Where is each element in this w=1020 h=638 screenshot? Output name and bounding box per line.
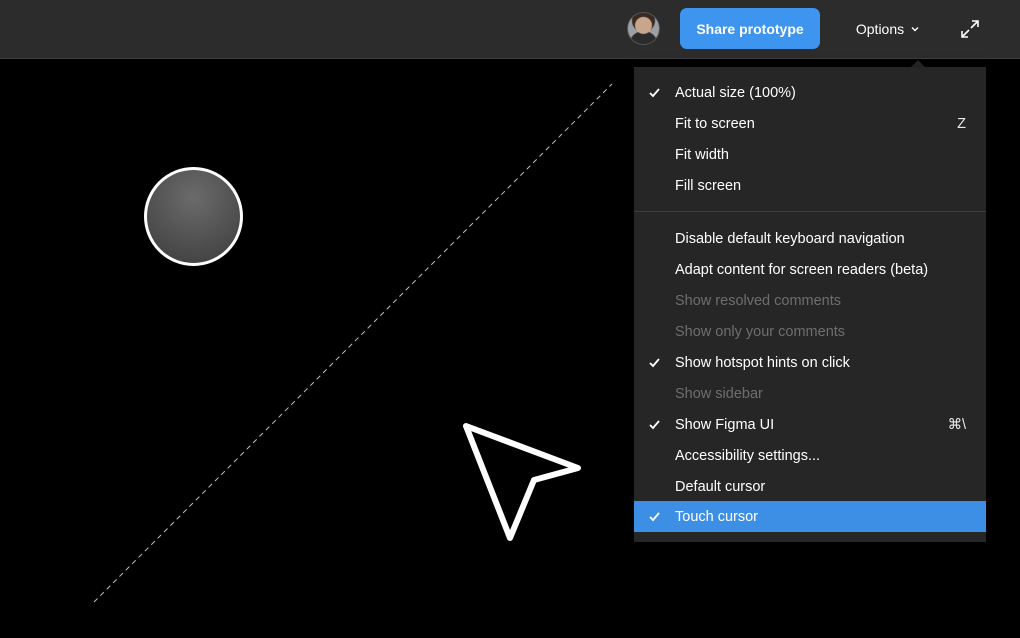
menu-item-disable-keyboard-navigation[interactable]: Disable default keyboard navigation xyxy=(634,223,986,254)
check-icon xyxy=(649,358,660,368)
check-icon xyxy=(649,88,660,98)
menu-item-actual-size[interactable]: Actual size (100%) xyxy=(634,77,986,108)
gray-circle-shape xyxy=(144,167,243,266)
menu-item-label: Touch cursor xyxy=(675,508,759,525)
share-prototype-label: Share prototype xyxy=(696,20,804,37)
menu-item-label: Adapt content for screen readers (beta) xyxy=(675,261,929,278)
menu-item-label: Fit width xyxy=(675,146,729,163)
menu-item-show-sidebar: Show sidebar xyxy=(634,378,986,409)
menu-item-label: Show resolved comments xyxy=(675,292,842,309)
menu-item-default-cursor[interactable]: Default cursor xyxy=(634,471,986,502)
share-prototype-button[interactable]: Share prototype xyxy=(680,8,820,49)
menu-item-label: Fit to screen xyxy=(675,115,755,132)
options-button[interactable]: Options xyxy=(846,8,930,49)
menu-item-fit-width[interactable]: Fit width xyxy=(634,139,986,170)
menu-item-shortcut: ⌘\ xyxy=(947,416,966,433)
menu-item-fill-screen[interactable]: Fill screen xyxy=(634,170,986,201)
menu-item-show-only-your-comments: Show only your comments xyxy=(634,316,986,347)
menu-item-label: Show only your comments xyxy=(675,323,846,340)
menu-item-label: Accessibility settings... xyxy=(675,447,821,464)
menu-item-label: Disable default keyboard navigation xyxy=(675,230,905,247)
menu-item-label: Show Figma UI xyxy=(675,416,775,433)
chevron-down-icon xyxy=(911,26,919,31)
menu-item-adapt-screen-readers[interactable]: Adapt content for screen readers (beta) xyxy=(634,254,986,285)
top-toolbar: Share prototype Options xyxy=(0,0,1020,59)
options-label: Options xyxy=(855,20,905,37)
menu-item-touch-cursor[interactable]: Touch cursor xyxy=(634,501,986,532)
menu-item-show-resolved-comments: Show resolved comments xyxy=(634,285,986,316)
check-icon xyxy=(649,420,660,430)
menu-item-label: Show sidebar xyxy=(675,385,763,402)
menu-item-show-figma-ui[interactable]: Show Figma UI ⌘\ xyxy=(634,409,986,440)
menu-item-show-hotspot-hints[interactable]: Show hotspot hints on click xyxy=(634,347,986,378)
menu-item-label: Fill screen xyxy=(675,177,742,194)
menu-item-accessibility-settings[interactable]: Accessibility settings... xyxy=(634,440,986,471)
menu-item-label: Default cursor xyxy=(675,478,766,495)
menu-item-label: Show hotspot hints on click xyxy=(675,354,850,371)
options-dropdown-menu: Actual size (100%) Fit to screen Z Fit w… xyxy=(634,67,986,542)
check-icon xyxy=(649,512,660,522)
arrow-cursor-illustration xyxy=(463,423,581,541)
menu-item-fit-to-screen[interactable]: Fit to screen Z xyxy=(634,108,986,139)
menu-item-shortcut: Z xyxy=(957,115,966,132)
menu-item-label: Actual size (100%) xyxy=(675,84,796,101)
menu-separator xyxy=(634,211,986,212)
expand-icon xyxy=(961,20,979,38)
user-avatar[interactable] xyxy=(627,12,660,45)
expand-button[interactable] xyxy=(955,14,985,44)
